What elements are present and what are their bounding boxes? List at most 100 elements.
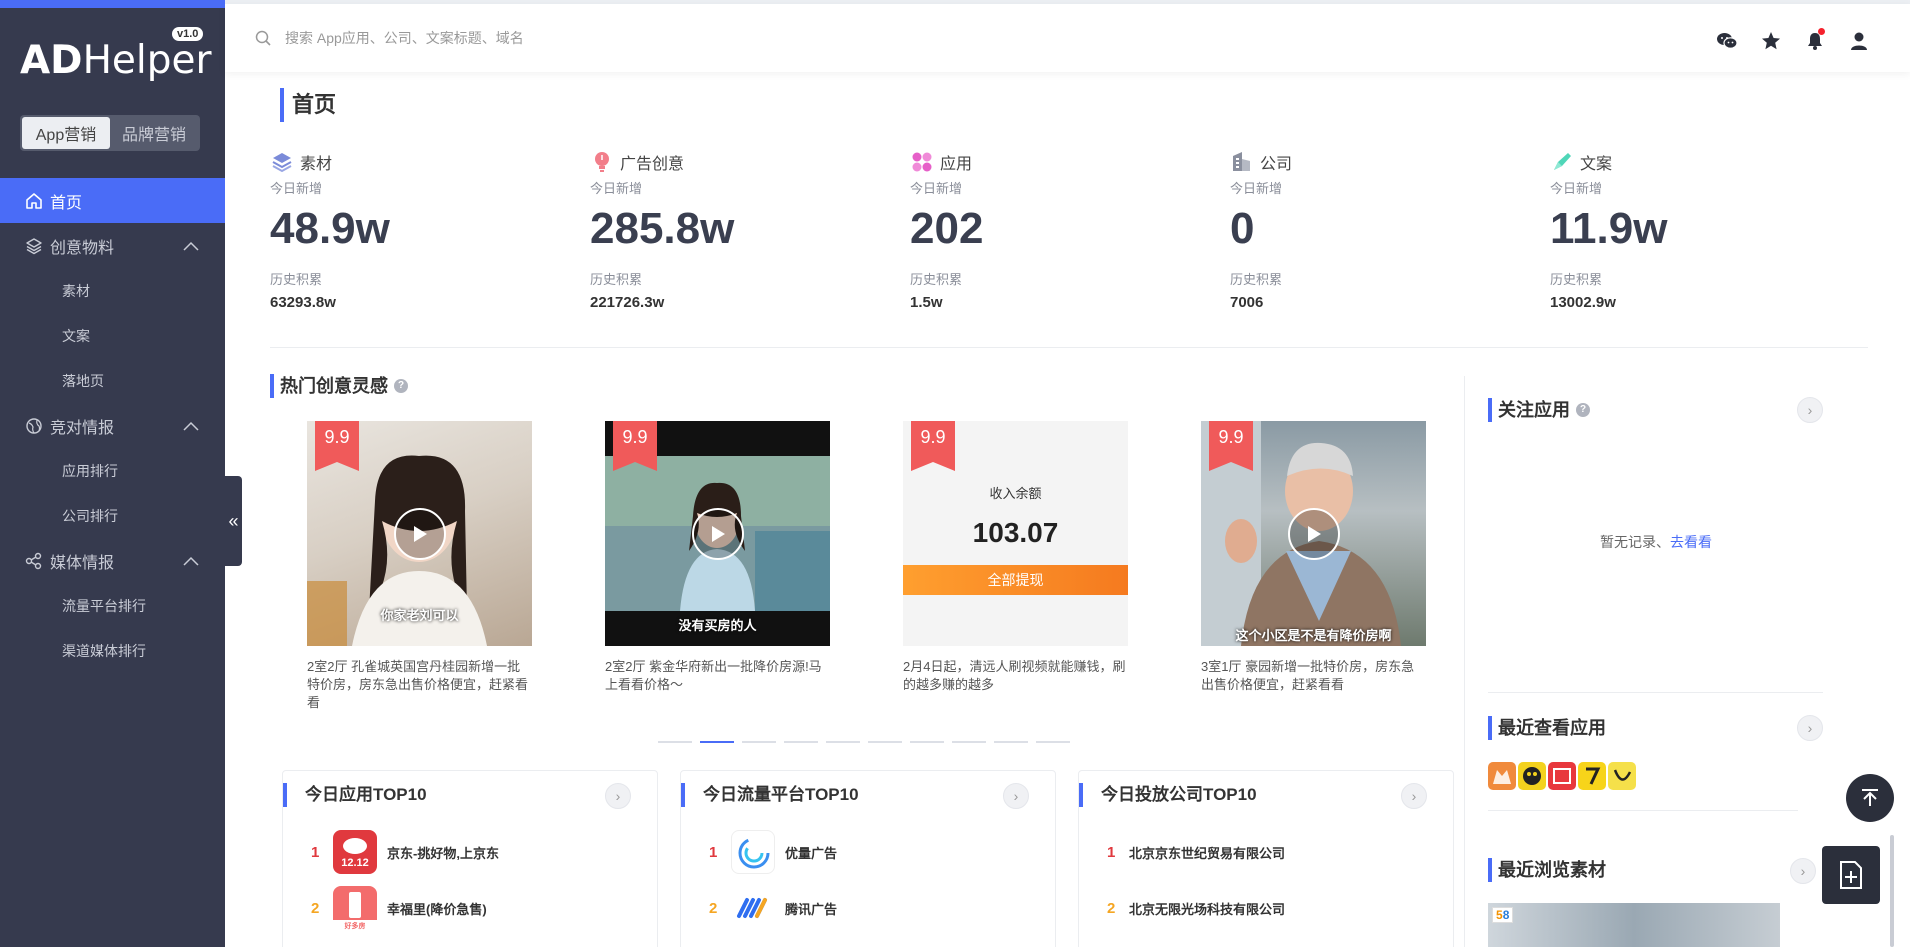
app-logo-icon: 12.12 — [333, 830, 377, 874]
marketing-segment-switch: App营销 品牌营销 — [20, 115, 200, 151]
hot-creatives-carousel: 9.9 你家老刘可以 2室2厅 孔雀城英国宫丹桂园新增一批特价房，房东急出售价格… — [307, 421, 1427, 721]
top10-title: 今日投放公司TOP10 — [1079, 783, 1257, 807]
creative-card[interactable]: 9.9 没有买房的人 2室2厅 紫金华府新出一批降价房源!马上看看价格～ — [605, 421, 830, 712]
sidebar-item-competitor-intel[interactable]: 竞对情报 — [0, 403, 225, 448]
segment-app-marketing[interactable]: App营销 — [22, 117, 110, 149]
sidebar-item-home[interactable]: 首页 — [0, 178, 225, 223]
ranking-row[interactable]: 2 腾讯广告 — [709, 885, 837, 931]
wechat-icon[interactable] — [1716, 30, 1738, 52]
followed-apps-title: 关注应用? — [1488, 398, 1590, 422]
carousel-dot[interactable] — [868, 741, 902, 743]
sidebar-item-material[interactable]: 素材 — [0, 268, 225, 313]
creative-card[interactable]: 9.9 这个小区是不是有降价房啊 3室1厅 豪园新增一批特价房，房东急出售价格便… — [1201, 421, 1426, 712]
carousel-dot[interactable] — [910, 741, 944, 743]
search-input[interactable] — [285, 26, 885, 50]
stat-total-value: 221726.3w — [590, 294, 665, 311]
carousel-dot[interactable] — [700, 741, 734, 743]
creative-thumbnail[interactable]: 9.9 这个小区是不是有降价房啊 — [1201, 421, 1426, 646]
segment-brand-marketing[interactable]: 品牌营销 — [110, 117, 198, 149]
recent-app-icon[interactable] — [1518, 762, 1546, 790]
stat-apps[interactable]: 应用 今日新增 202 历史积累 1.5w — [910, 150, 1230, 311]
help-icon[interactable]: ? — [394, 379, 408, 393]
sidebar-accent-bar — [0, 0, 225, 8]
top10-title: 今日应用TOP10 — [283, 783, 427, 807]
sidebar-item-company-ranking[interactable]: 公司排行 — [0, 493, 225, 538]
creative-description[interactable]: 2室2厅 紫金华府新出一批降价房源!马上看看价格～ — [605, 658, 830, 712]
add-file-icon — [1840, 861, 1862, 889]
creative-card[interactable]: 9.9 你家老刘可以 2室2厅 孔雀城英国宫丹桂园新增一批特价房，房东急出售价格… — [307, 421, 532, 712]
creative-description[interactable]: 2室2厅 孔雀城英国宫丹桂园新增一批特价房，房东急出售价格便宜，赶紧看看 — [307, 658, 532, 712]
creative-thumbnail[interactable]: 收入余额 103.07 全部提现 9.9 — [903, 421, 1128, 646]
sidebar-item-copywriting[interactable]: 文案 — [0, 313, 225, 358]
go-look-link[interactable]: 去看看 — [1670, 534, 1712, 550]
chevron-right-icon[interactable]: › — [1003, 783, 1029, 809]
help-icon[interactable]: ? — [1576, 403, 1590, 417]
sidebar-collapse-button[interactable]: « — [225, 476, 242, 566]
creative-description[interactable]: 2月4日起，清远人刷视频就能赚钱，刷的越多赚的越多 — [903, 658, 1128, 712]
creative-card[interactable]: 收入余额 103.07 全部提现 9.9 2月4日起，清远人刷视频就能赚钱，刷的… — [903, 421, 1128, 712]
chevron-right-icon[interactable]: › — [1790, 858, 1816, 884]
carousel-dot[interactable] — [994, 741, 1028, 743]
sidebar-item-landing-page[interactable]: 落地页 — [0, 358, 225, 403]
stat-label: 应用 — [940, 156, 973, 173]
rank-number: 2 — [1107, 899, 1116, 917]
creative-thumbnail[interactable]: 9.9 你家老刘可以 — [307, 421, 532, 646]
app-logo-icon: 好多房 — [333, 886, 377, 930]
pen-icon — [1550, 150, 1574, 174]
chevron-right-icon[interactable]: › — [1797, 397, 1823, 423]
ranking-row[interactable]: 2 北京无限光场科技有限公司 — [1107, 885, 1285, 931]
stat-label: 广告创意 — [620, 156, 685, 173]
carousel-dot[interactable] — [1036, 741, 1070, 743]
sidebar-item-app-ranking[interactable]: 应用排行 — [0, 448, 225, 493]
play-icon[interactable] — [692, 508, 744, 560]
carousel-dot[interactable] — [826, 741, 860, 743]
sidebar-item-creative-materials[interactable]: 创意物料 — [0, 223, 225, 268]
play-icon[interactable] — [1288, 508, 1340, 560]
svg-text:12.12: 12.12 — [341, 857, 369, 869]
version-badge: v1.0 — [172, 27, 204, 41]
recent-app-icon[interactable] — [1548, 762, 1576, 790]
ranking-row[interactable]: 1 优量广告 — [709, 829, 837, 875]
app-logo[interactable]: ADHelper — [20, 38, 212, 83]
creative-thumbnail[interactable]: 9.9 没有买房的人 — [605, 421, 830, 646]
star-icon[interactable] — [1760, 30, 1782, 52]
play-icon[interactable] — [394, 508, 446, 560]
creative-description[interactable]: 3室1厅 豪园新增一批特价房，房东急出售价格便宜，赶紧看看 — [1201, 658, 1426, 712]
recent-app-icon[interactable] — [1578, 762, 1606, 790]
carousel-dot[interactable] — [742, 741, 776, 743]
stat-ad-creative[interactable]: 广告创意 今日新增 285.8w 历史积累 221726.3w — [590, 150, 910, 311]
right-divider — [1488, 692, 1823, 693]
sidebar-item-channel-media-ranking[interactable]: 渠道媒体排行 — [0, 628, 225, 673]
recent-app-icon[interactable] — [1608, 762, 1636, 790]
carousel-pagination — [658, 741, 1070, 743]
sidebar-item-traffic-platform-ranking[interactable]: 流量平台排行 — [0, 583, 225, 628]
recent-materials-title: 最近浏览素材 — [1488, 858, 1606, 882]
back-to-top-button[interactable] — [1846, 774, 1894, 822]
balance-value: 103.07 — [972, 517, 1059, 548]
stat-total-value: 13002.9w — [1550, 294, 1616, 311]
stat-material[interactable]: 素材 今日新增 48.9w 历史积累 63293.8w — [270, 150, 590, 311]
scrollbar-thumb[interactable] — [1890, 835, 1894, 947]
stat-copywriting[interactable]: 文案 今日新增 11.9w 历史积累 13002.9w — [1550, 150, 1870, 311]
recent-material-thumbnail[interactable]: 58 — [1488, 903, 1780, 947]
svg-text:好多房: 好多房 — [344, 921, 366, 930]
user-icon[interactable] — [1848, 30, 1870, 52]
sidebar-item-media-intel[interactable]: 媒体情报 — [0, 538, 225, 583]
carousel-dot[interactable] — [784, 741, 818, 743]
stat-total-label: 历史积累 — [270, 272, 323, 287]
chevron-right-icon[interactable]: › — [605, 783, 631, 809]
carousel-dot[interactable] — [658, 741, 692, 743]
recent-app-icon[interactable] — [1488, 762, 1516, 790]
ranking-row[interactable]: 1 北京京东世纪贸易有限公司 — [1107, 829, 1285, 875]
ranking-row[interactable]: 1 12.12 京东-挑好物,上京东 — [311, 829, 499, 875]
stat-companies[interactable]: 公司 今日新增 0 历史积累 7006 — [1230, 150, 1550, 311]
chevron-right-icon[interactable]: › — [1401, 783, 1427, 809]
add-document-button[interactable] — [1822, 846, 1880, 904]
carousel-dot[interactable] — [952, 741, 986, 743]
chevron-right-icon[interactable]: › — [1797, 715, 1823, 741]
apps-icon — [910, 150, 934, 174]
score-badge: 9.9 — [911, 421, 955, 471]
ranking-row[interactable]: 2 好多房 幸福里(降价急售) — [311, 885, 487, 931]
company-name: 北京无限光场科技有限公司 — [1129, 901, 1286, 917]
bell-icon[interactable] — [1804, 28, 1826, 52]
